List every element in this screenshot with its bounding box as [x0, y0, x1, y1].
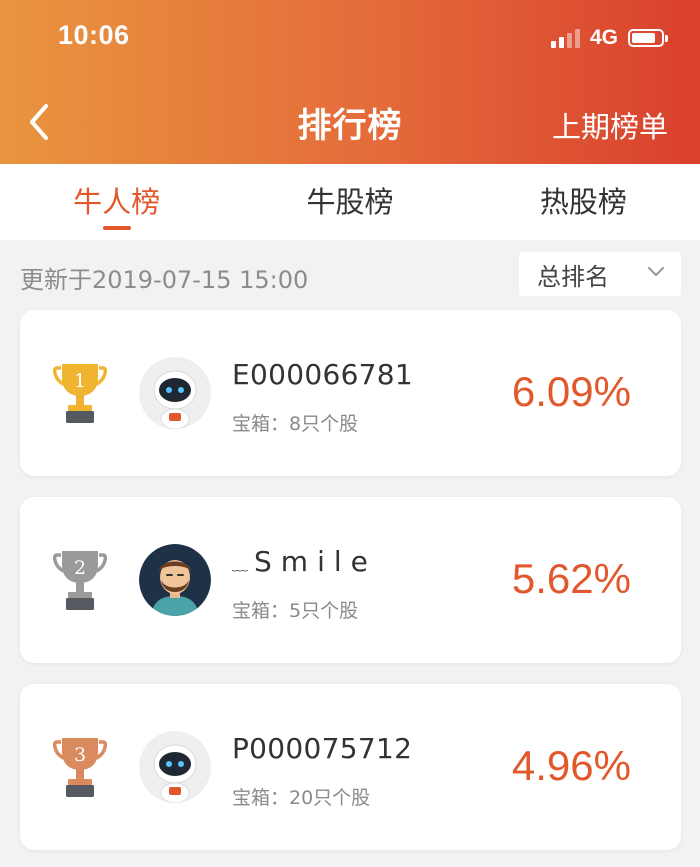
username-decoration: ﹏ [232, 555, 249, 574]
return-percentage: 6.09% [511, 368, 631, 415]
medal-rank: 2 [74, 557, 86, 579]
chest-count: 宝箱：8只个股 [232, 413, 359, 435]
return-percentage: 4.96% [511, 742, 631, 789]
ranking-tabs: 牛人榜 牛股榜 热股榜 [0, 164, 700, 240]
bearded-man-avatar[interactable] [139, 544, 211, 616]
username-text: Smile [254, 545, 377, 578]
bronze-trophy-icon: 3 [53, 738, 107, 797]
app-header: 10:06 4G 排行榜 上期榜单 [0, 0, 700, 164]
tab-label: 牛股榜 [306, 185, 394, 219]
tab-expert-ranking[interactable]: 牛人榜 [0, 164, 233, 240]
previous-ranking-link[interactable]: 上期榜单 [552, 104, 668, 146]
ranking-card[interactable]: 2 ﹏ Smile 宝箱：5只个股 5.62% [20, 497, 681, 663]
chest-count: 宝箱：20只个股 [232, 787, 371, 809]
ranking-card[interactable]: 1 E000066781 宝箱：8只个股 6.09% [20, 310, 681, 476]
update-time: 更新于2019-07-15 15:00 [20, 266, 309, 294]
status-icons: 4G [550, 26, 668, 50]
chest-count: 宝箱：5只个股 [232, 600, 359, 622]
medal-rank: 3 [74, 744, 86, 766]
chevron-down-icon [648, 267, 664, 276]
tab-label: 热股榜 [539, 185, 627, 219]
tab-stock-ranking[interactable]: 牛股榜 [233, 164, 466, 240]
rank-filter-label: 总排名 [537, 262, 609, 291]
network-label: 4G [589, 26, 618, 49]
rank-filter-dropdown[interactable]: 总排名 [519, 252, 681, 296]
active-tab-indicator [102, 226, 131, 230]
status-time: 10:06 [58, 20, 130, 50]
return-percentage: 5.62% [511, 555, 631, 602]
ranking-card[interactable]: 3 P000075712 宝箱：20只个股 4.96% [20, 684, 681, 850]
username: ﹏ Smile [232, 545, 377, 578]
tab-label: 牛人榜 [73, 185, 161, 219]
gold-trophy-icon: 1 [53, 364, 107, 423]
signal-icon [550, 28, 580, 48]
username: P000075712 [232, 732, 413, 765]
username: E000066781 [232, 358, 414, 391]
silver-trophy-icon: 2 [53, 551, 107, 610]
battery-icon [628, 29, 668, 47]
medal-rank: 1 [74, 370, 86, 392]
robot-avatar[interactable] [139, 731, 211, 803]
robot-avatar[interactable] [139, 357, 211, 429]
tab-hot-stock-ranking[interactable]: 热股榜 [467, 164, 700, 240]
